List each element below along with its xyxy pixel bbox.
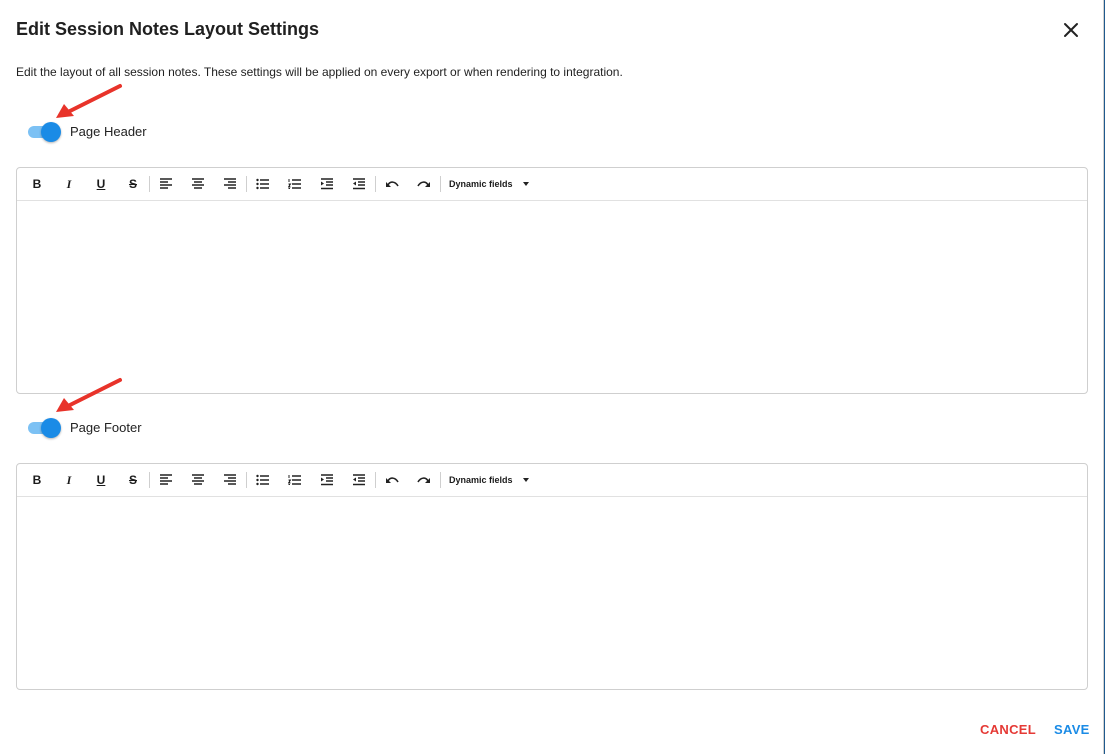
close-button[interactable] [1060, 19, 1082, 41]
bullet-list-button[interactable] [247, 170, 279, 198]
numbered-list-icon [288, 179, 301, 189]
undo-icon [386, 181, 399, 187]
dialog-title: Edit Session Notes Layout Settings [16, 19, 320, 39]
dynamic-fields-dropdown[interactable]: Dynamic fields [441, 170, 537, 198]
redo-icon [417, 477, 430, 483]
annotation-arrow-icon [56, 84, 122, 118]
align-center-button[interactable] [182, 170, 214, 198]
dynamic-fields-label: Dynamic fields [449, 475, 513, 485]
page-header-editor: B I U S Dynamic fields [16, 167, 1088, 394]
align-center-button[interactable] [182, 466, 214, 494]
dialog-description: Edit the layout of all session notes. Th… [16, 65, 623, 79]
redo-icon [417, 181, 430, 187]
align-left-icon [160, 178, 172, 189]
align-left-button[interactable] [150, 466, 182, 494]
align-left-icon [160, 474, 172, 485]
align-right-icon [224, 178, 236, 189]
align-right-icon [224, 474, 236, 485]
strikethrough-button[interactable]: S [117, 466, 149, 494]
indent-button[interactable] [311, 170, 343, 198]
indent-button[interactable] [311, 466, 343, 494]
outdent-icon [353, 178, 365, 190]
redo-button[interactable] [408, 466, 440, 494]
undo-button[interactable] [376, 466, 408, 494]
align-right-button[interactable] [214, 170, 246, 198]
toggle-thumb [41, 122, 61, 142]
underline-button[interactable]: U [85, 170, 117, 198]
align-right-button[interactable] [214, 466, 246, 494]
outdent-button[interactable] [343, 170, 375, 198]
dynamic-fields-dropdown[interactable]: Dynamic fields [441, 466, 537, 494]
bold-button[interactable]: B [21, 170, 53, 198]
bold-button[interactable]: B [21, 466, 53, 494]
caret-down-icon [522, 182, 529, 186]
page-header-label: Page Header [70, 124, 147, 139]
undo-button[interactable] [376, 170, 408, 198]
strikethrough-button[interactable]: S [117, 170, 149, 198]
numbered-list-icon [288, 475, 301, 485]
editor-toolbar: B I U S Dynamic fields [17, 464, 1087, 497]
dynamic-fields-label: Dynamic fields [449, 179, 513, 189]
indent-icon [321, 474, 333, 486]
bullet-list-button[interactable] [247, 466, 279, 494]
close-icon [1064, 23, 1078, 37]
toggle-thumb [41, 418, 61, 438]
cancel-button[interactable]: CANCEL [980, 722, 1036, 737]
page-footer-editor: B I U S Dynamic fields [16, 463, 1088, 690]
page-header-toggle[interactable] [28, 121, 62, 143]
italic-button[interactable]: I [53, 466, 85, 494]
bullet-list-icon [256, 178, 269, 190]
outdent-button[interactable] [343, 466, 375, 494]
caret-down-icon [522, 478, 529, 482]
numbered-list-button[interactable] [279, 466, 311, 494]
align-left-button[interactable] [150, 170, 182, 198]
page-footer-toggle[interactable] [28, 417, 62, 439]
align-center-icon [192, 474, 204, 485]
save-button[interactable]: SAVE [1054, 722, 1090, 737]
page-footer-content-area[interactable] [17, 497, 1087, 687]
underline-button[interactable]: U [85, 466, 117, 494]
redo-button[interactable] [408, 170, 440, 198]
align-center-icon [192, 178, 204, 189]
outdent-icon [353, 474, 365, 486]
italic-button[interactable]: I [53, 170, 85, 198]
undo-icon [386, 477, 399, 483]
page-footer-label: Page Footer [70, 420, 142, 435]
bullet-list-icon [256, 474, 269, 486]
page-header-content-area[interactable] [17, 201, 1087, 391]
layout-settings-dialog: Edit Session Notes Layout Settings Edit … [0, 0, 1104, 754]
annotation-arrow-icon [56, 378, 122, 412]
numbered-list-button[interactable] [279, 170, 311, 198]
editor-toolbar: B I U S Dynamic fields [17, 168, 1087, 201]
indent-icon [321, 178, 333, 190]
